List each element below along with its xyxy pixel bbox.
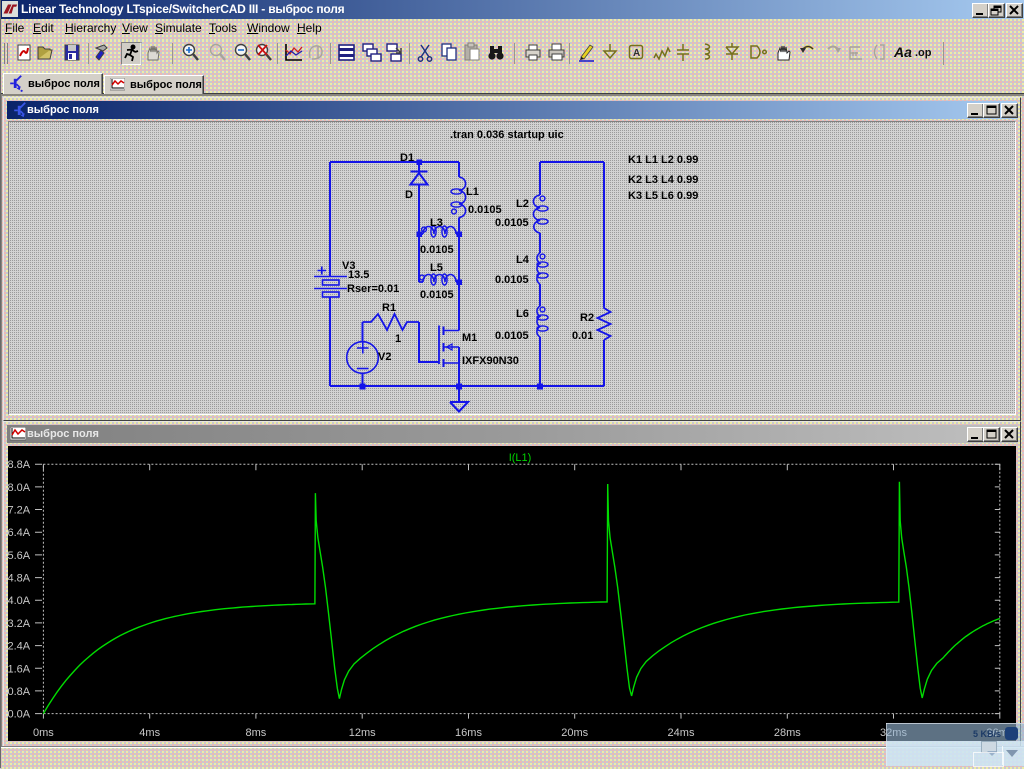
svg-text:4.8A: 4.8A (8, 573, 31, 585)
svg-text:I(L1): I(L1) (509, 452, 532, 464)
svg-text:0.0A: 0.0A (8, 709, 31, 721)
svg-text:5.6A: 5.6A (8, 550, 31, 562)
svg-text:3.2A: 3.2A (8, 618, 31, 630)
svg-text:8ms: 8ms (246, 727, 267, 739)
svg-text:16ms: 16ms (455, 727, 482, 739)
svg-text:12ms: 12ms (349, 727, 376, 739)
svg-text:4.0A: 4.0A (8, 595, 31, 607)
svg-text:7.2A: 7.2A (8, 505, 31, 517)
svg-text:8.0A: 8.0A (8, 482, 31, 494)
svg-text:4ms: 4ms (139, 727, 160, 739)
svg-text:8.8A: 8.8A (8, 459, 31, 471)
svg-text:20ms: 20ms (561, 727, 588, 739)
svg-text:1.6A: 1.6A (8, 663, 31, 675)
svg-text:0.8A: 0.8A (8, 686, 31, 698)
svg-text:24ms: 24ms (668, 727, 695, 739)
svg-text:2.4A: 2.4A (8, 641, 31, 653)
svg-text:28ms: 28ms (774, 727, 801, 739)
svg-text:0ms: 0ms (33, 727, 54, 739)
svg-text:6.4A: 6.4A (8, 527, 31, 539)
